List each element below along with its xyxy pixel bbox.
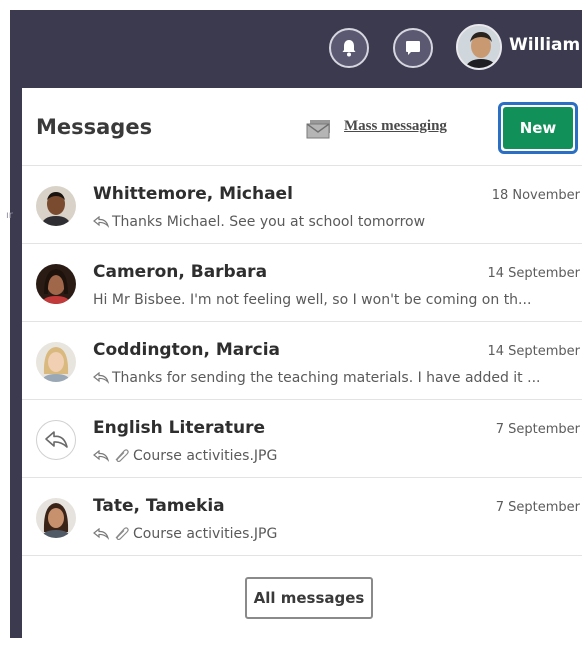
reply-icon [93,450,109,462]
contact-name: Coddington, Marcia [93,340,281,360]
message-snippet: Thanks for sending the teaching material… [93,370,579,386]
screen: ır William Messages Mass messaging New W… [0,0,582,646]
avatar [36,264,76,304]
contact-photo-icon [36,186,76,226]
message-snippet: Thanks Michael. See you at school tomorr… [93,214,579,230]
contact-photo-icon [36,498,76,538]
message-snippet: Hi Mr Bisbee. I'm not feeling well, so I… [93,292,579,308]
mass-messaging-link[interactable]: Mass messaging [344,118,447,135]
avatar [36,420,76,460]
messages-popup: Messages Mass messaging New Whittemore, … [22,88,582,640]
avatar [36,342,76,382]
contact-name: Whittemore, Michael [93,184,293,204]
reply-icon [93,216,109,228]
avatar [36,498,76,538]
message-row-coddington[interactable]: Coddington, Marcia 14 September Thanks f… [22,322,582,400]
contact-name: Tate, Tamekia [93,496,225,516]
all-messages-button[interactable]: All messages [245,577,373,619]
message-snippet: Course activities.JPG [93,526,579,542]
contact-name: Cameron, Barbara [93,262,268,282]
message-date: 14 September [487,266,580,281]
chat-bubble-icon [406,41,420,55]
message-date: 7 September [495,500,580,515]
mass-messaging-icon[interactable] [304,118,334,142]
user-avatar[interactable] [456,24,502,70]
message-snippet: Course activities.JPG [93,448,579,464]
message-date: 18 November [491,188,580,203]
snippet-text: Hi Mr Bisbee. I'm not feeling well, so I… [93,292,532,308]
reply-icon [93,528,109,540]
new-message-button[interactable]: New [498,102,578,154]
messages-button[interactable] [393,28,433,68]
message-date: 7 September [495,422,580,437]
message-row-whittemore[interactable]: Whittemore, Michael 18 November Thanks M… [22,166,582,244]
user-name[interactable]: William [509,35,580,55]
paperclip-icon [115,449,129,462]
snippet-text: Thanks for sending the teaching material… [112,370,541,386]
popup-header: Messages Mass messaging New [22,88,582,166]
snippet-text: Course activities.JPG [133,448,278,464]
new-button-label: New [503,107,573,149]
avatar [36,186,76,226]
reply-icon [93,372,109,384]
notifications-button[interactable] [329,28,369,68]
contact-photo-icon [36,342,76,382]
message-row-cameron[interactable]: Cameron, Barbara 14 September Hi Mr Bisb… [22,244,582,322]
background-text-fragment: ır [6,210,13,221]
paperclip-icon [115,527,129,540]
message-row-tate[interactable]: Tate, Tamekia 7 September Course activit… [22,478,582,556]
snippet-text: Course activities.JPG [133,526,278,542]
snippet-text: Thanks Michael. See you at school tomorr… [112,214,426,230]
group-reply-icon [45,431,68,448]
message-row-english-literature[interactable]: English Literature 7 September Course ac… [22,400,582,478]
bell-icon [342,40,356,57]
popup-title: Messages [36,115,153,139]
message-list: Whittemore, Michael 18 November Thanks M… [22,166,582,556]
contact-photo-icon [36,264,76,304]
message-date: 14 September [487,344,580,359]
contact-name: English Literature [93,418,265,438]
